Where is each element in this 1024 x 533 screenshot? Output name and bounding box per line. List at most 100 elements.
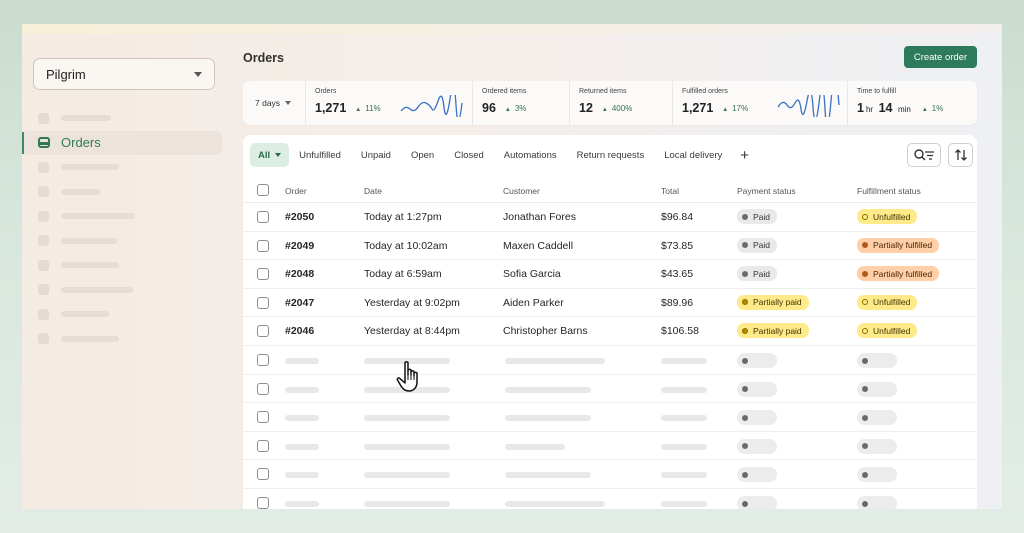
row-checkbox[interactable]: [257, 268, 269, 281]
row-checkbox[interactable]: [257, 382, 269, 395]
sidebar-item-placeholder[interactable]: [22, 180, 232, 205]
sidebar-item-placeholder[interactable]: [22, 204, 232, 229]
row-checkbox[interactable]: [257, 497, 269, 509]
order-number[interactable]: #2049: [285, 240, 314, 252]
tab-automations[interactable]: Automations: [494, 143, 567, 167]
stat-time-to-fulfill[interactable]: Time to fulfill 1hr 14 min 1%: [847, 81, 977, 125]
search-filter-button[interactable]: [907, 143, 941, 167]
column-header-payment-status[interactable]: Payment status: [737, 186, 796, 196]
stat-label: Returned items: [579, 88, 627, 95]
column-header-total[interactable]: Total: [661, 186, 679, 196]
tab-all[interactable]: All: [250, 143, 290, 167]
stat-value: 12: [579, 101, 593, 115]
sidebar-item-placeholder[interactable]: [22, 327, 232, 352]
order-date: Today at 10:02am: [364, 239, 448, 252]
sidebar-item-placeholder[interactable]: [22, 106, 232, 131]
badge-label: Paid: [753, 240, 771, 251]
table-row[interactable]: #2046 Yesterday at 8:44pm Christopher Ba…: [243, 317, 977, 346]
table-row[interactable]: #2048 Today at 6:59am Sofia Garcia $43.6…: [243, 260, 977, 289]
badge-label: Partially paid: [753, 297, 802, 308]
sidebar-item-orders[interactable]: Orders: [22, 130, 222, 155]
tab-return-requests[interactable]: Return requests: [567, 143, 655, 167]
row-checkbox[interactable]: [257, 325, 269, 338]
table-row[interactable]: #2050 Today at 1:27pm Jonathan Fores $96…: [243, 203, 977, 232]
status-dot-icon: [742, 327, 748, 334]
stat-fulfilled-orders[interactable]: Fulfilled orders 1,271 17%: [672, 81, 847, 125]
placeholder-label: [61, 164, 119, 171]
sidebar-item-placeholder[interactable]: [22, 278, 232, 303]
row-checkbox[interactable]: [257, 211, 269, 223]
status-dot-icon: [862, 270, 868, 277]
order-number[interactable]: #2048: [285, 268, 314, 280]
sidebar-item-placeholder[interactable]: [22, 253, 232, 278]
order-date: Today at 6:59am: [364, 268, 442, 281]
sidebar-item-placeholder[interactable]: [22, 229, 232, 254]
placeholder-icon: [38, 161, 49, 173]
inbox-icon: [38, 137, 50, 149]
payment-status-badge: Paid: [737, 266, 778, 282]
store-name: Pilgrim: [46, 66, 86, 82]
skeleton-bar: [505, 443, 565, 450]
stat-label: Time to fulfill: [857, 88, 897, 95]
create-order-button[interactable]: Create order: [904, 46, 977, 68]
fulfillment-status-badge: Unfulfilled: [857, 323, 918, 339]
order-total: $89.96: [661, 296, 694, 309]
skeleton-bar: [661, 443, 707, 450]
order-number[interactable]: #2046: [285, 325, 314, 337]
skeleton-bar: [285, 415, 319, 422]
skeleton-bar: [505, 415, 591, 422]
stat-ordered-items[interactable]: Ordered items 96 3%: [472, 81, 569, 125]
skeleton-badge: [737, 381, 777, 397]
add-view-icon[interactable]: +: [732, 147, 757, 164]
skeleton-bar: [364, 415, 450, 422]
skeleton-row: [243, 403, 977, 432]
row-checkbox[interactable]: [257, 439, 269, 452]
tab-closed[interactable]: Closed: [444, 143, 494, 167]
date-range-selector[interactable]: 7 days: [243, 81, 305, 125]
chevron-down-icon: [194, 71, 202, 77]
customer-name: Sofia Garcia: [503, 268, 561, 281]
stat-value: 1 hr 14 min: [857, 101, 913, 115]
column-header-order[interactable]: Order: [285, 186, 307, 196]
minutes-unit: min: [897, 105, 911, 114]
placeholder-icon: [38, 259, 49, 271]
sparkline-icon: [777, 95, 840, 117]
row-checkbox[interactable]: [257, 296, 269, 309]
tab-unfulfilled[interactable]: Unfulfilled: [289, 143, 351, 167]
tab-unpaid[interactable]: Unpaid: [351, 143, 401, 167]
tab-open[interactable]: Open: [401, 143, 444, 167]
payment-status-badge: Paid: [737, 237, 778, 253]
row-checkbox[interactable]: [257, 239, 269, 252]
stat-returned-items[interactable]: Returned items 12 400%: [569, 81, 672, 125]
table-row[interactable]: #2049 Today at 10:02am Maxen Caddell $73…: [243, 232, 977, 261]
row-checkbox[interactable]: [257, 411, 269, 424]
column-header-date[interactable]: Date: [364, 186, 382, 196]
placeholder-label: [61, 286, 133, 293]
sidebar-item-label: Orders: [61, 135, 101, 151]
badge-label: Partially fulfilled: [873, 268, 933, 279]
status-dot-icon: [742, 299, 748, 306]
row-checkbox[interactable]: [257, 354, 269, 366]
sort-button[interactable]: [948, 143, 973, 167]
column-header-fulfillment-status[interactable]: Fulfillment status: [857, 186, 921, 196]
select-all-checkbox[interactable]: [257, 184, 269, 196]
row-checkbox[interactable]: [257, 468, 269, 481]
sidebar-item-placeholder[interactable]: [22, 302, 232, 327]
minutes-value: 14: [878, 101, 893, 115]
status-dot-icon: [862, 213, 868, 220]
skeleton-row: [243, 460, 977, 489]
column-header-customer[interactable]: Customer: [503, 186, 540, 196]
order-total: $106.58: [661, 325, 699, 338]
payment-status-badge: Paid: [737, 209, 778, 224]
sidebar-item-placeholder[interactable]: [22, 155, 232, 180]
tab-local-delivery[interactable]: Local delivery: [654, 143, 732, 167]
table-row[interactable]: #2047 Yesterday at 9:02pm Aiden Parker $…: [243, 289, 977, 318]
chevron-down-icon: [285, 101, 292, 105]
placeholder-icon: [38, 112, 49, 124]
order-number[interactable]: #2050: [285, 211, 314, 223]
stat-delta: 400%: [602, 104, 632, 113]
store-selector[interactable]: Pilgrim: [33, 58, 215, 90]
stat-orders[interactable]: Orders 1,271 11%: [305, 81, 472, 125]
sidebar-nav: Orders: [22, 106, 232, 351]
order-number[interactable]: #2047: [285, 297, 314, 309]
